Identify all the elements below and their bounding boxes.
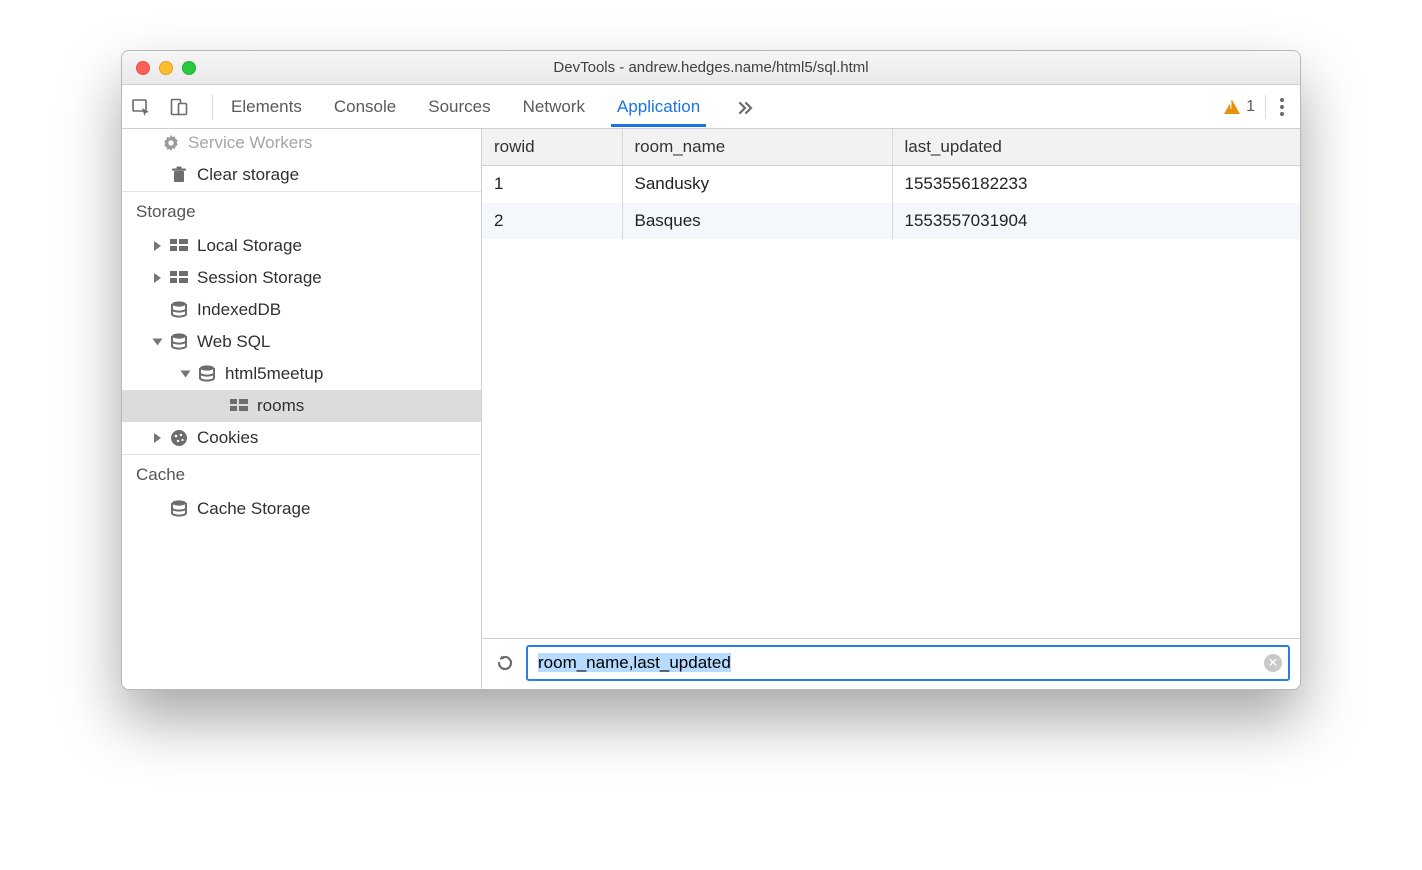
settings-menu-icon[interactable] — [1276, 94, 1288, 120]
cell-last-updated: 1553556182233 — [892, 166, 1300, 203]
toolbar-separator — [1265, 95, 1266, 119]
sidebar-item-label: IndexedDB — [197, 300, 281, 320]
cookie-icon — [169, 428, 189, 448]
cell-rowid: 1 — [482, 166, 622, 203]
table-row[interactable]: 2 Basques 1553557031904 — [482, 203, 1300, 240]
sidebar-item-cache-storage[interactable]: Cache Storage — [122, 493, 481, 525]
sidebar-item-label: html5meetup — [225, 364, 323, 384]
storage-grid-icon — [169, 268, 189, 288]
gear-icon — [162, 134, 180, 152]
sidebar-section-cache: Cache — [122, 455, 481, 493]
column-header[interactable]: rowid — [482, 129, 622, 166]
devtools-toolbar: Elements Console Sources Network Applica… — [122, 85, 1300, 129]
query-input-wrap: room_name,last_updated ✕ — [526, 645, 1290, 681]
minimize-window-button[interactable] — [159, 61, 173, 75]
column-header[interactable]: room_name — [622, 129, 892, 166]
database-icon — [169, 300, 189, 320]
sidebar-item-label: Service Workers — [188, 133, 312, 153]
sidebar-item-label: Local Storage — [197, 236, 302, 256]
sidebar-item-session-storage[interactable]: Session Storage — [122, 262, 481, 294]
close-window-button[interactable] — [136, 61, 150, 75]
column-header[interactable]: last_updated — [892, 129, 1300, 166]
cell-rowid: 2 — [482, 203, 622, 240]
warning-icon — [1224, 100, 1240, 114]
database-icon — [169, 499, 189, 519]
storage-grid-icon — [169, 236, 189, 256]
trash-icon — [169, 165, 189, 185]
window-title: DevTools - andrew.hedges.name/html5/sql.… — [122, 59, 1300, 76]
table-header-row: rowid room_name last_updated — [482, 129, 1300, 166]
database-icon — [197, 364, 217, 384]
tab-network[interactable]: Network — [521, 87, 587, 126]
sidebar-item-database[interactable]: html5meetup — [122, 358, 481, 390]
database-icon — [169, 332, 189, 352]
more-tabs-icon[interactable] — [734, 96, 756, 118]
query-bar: room_name,last_updated ✕ — [482, 638, 1300, 689]
devtools-window: DevTools - andrew.hedges.name/html5/sql.… — [121, 50, 1301, 690]
window-controls — [122, 61, 196, 75]
sidebar-item-service-workers[interactable]: Service Workers — [122, 129, 481, 159]
table-row[interactable]: 1 Sandusky 1553556182233 — [482, 166, 1300, 203]
cell-room-name: Basques — [622, 203, 892, 240]
sidebar-item-label: Session Storage — [197, 268, 322, 288]
tab-application[interactable]: Application — [615, 87, 702, 126]
device-toolbar-icon[interactable] — [168, 96, 190, 118]
sidebar-item-indexeddb[interactable]: IndexedDB — [122, 294, 481, 326]
tab-console[interactable]: Console — [332, 87, 398, 126]
sidebar-item-table-rooms[interactable]: rooms — [122, 390, 481, 422]
query-input[interactable]: room_name,last_updated — [536, 649, 1264, 677]
tab-elements[interactable]: Elements — [229, 87, 304, 126]
tab-sources[interactable]: Sources — [426, 87, 492, 126]
sidebar-section-storage: Storage — [122, 192, 481, 230]
sidebar-item-label: Clear storage — [197, 165, 299, 185]
panel-tabs: Elements Console Sources Network Applica… — [225, 87, 1224, 126]
sidebar-item-label: rooms — [257, 396, 304, 416]
cell-room-name: Sandusky — [622, 166, 892, 203]
warnings-indicator[interactable]: 1 — [1224, 98, 1255, 116]
cell-last-updated: 1553557031904 — [892, 203, 1300, 240]
warning-count: 1 — [1246, 98, 1255, 116]
sidebar-item-local-storage[interactable]: Local Storage — [122, 230, 481, 262]
zoom-window-button[interactable] — [182, 61, 196, 75]
refresh-icon[interactable] — [494, 652, 516, 674]
sidebar-item-label: Web SQL — [197, 332, 270, 352]
toolbar-separator — [212, 94, 213, 120]
sidebar-item-websql[interactable]: Web SQL — [122, 326, 481, 358]
sidebar-item-cookies[interactable]: Cookies — [122, 422, 481, 454]
storage-grid-icon — [229, 396, 249, 416]
clear-input-icon[interactable]: ✕ — [1264, 654, 1282, 672]
data-table: rowid room_name last_updated 1 Sandusky … — [482, 129, 1300, 638]
sidebar-item-label: Cache Storage — [197, 499, 310, 519]
sidebar-item-label: Cookies — [197, 428, 258, 448]
application-sidebar: Service Workers Clear storage Storage Lo… — [122, 129, 482, 689]
main-panel: rowid room_name last_updated 1 Sandusky … — [482, 129, 1300, 689]
panel-body: Service Workers Clear storage Storage Lo… — [122, 129, 1300, 689]
titlebar: DevTools - andrew.hedges.name/html5/sql.… — [122, 51, 1300, 85]
sidebar-item-clear-storage[interactable]: Clear storage — [122, 159, 481, 191]
inspect-element-icon[interactable] — [130, 96, 152, 118]
